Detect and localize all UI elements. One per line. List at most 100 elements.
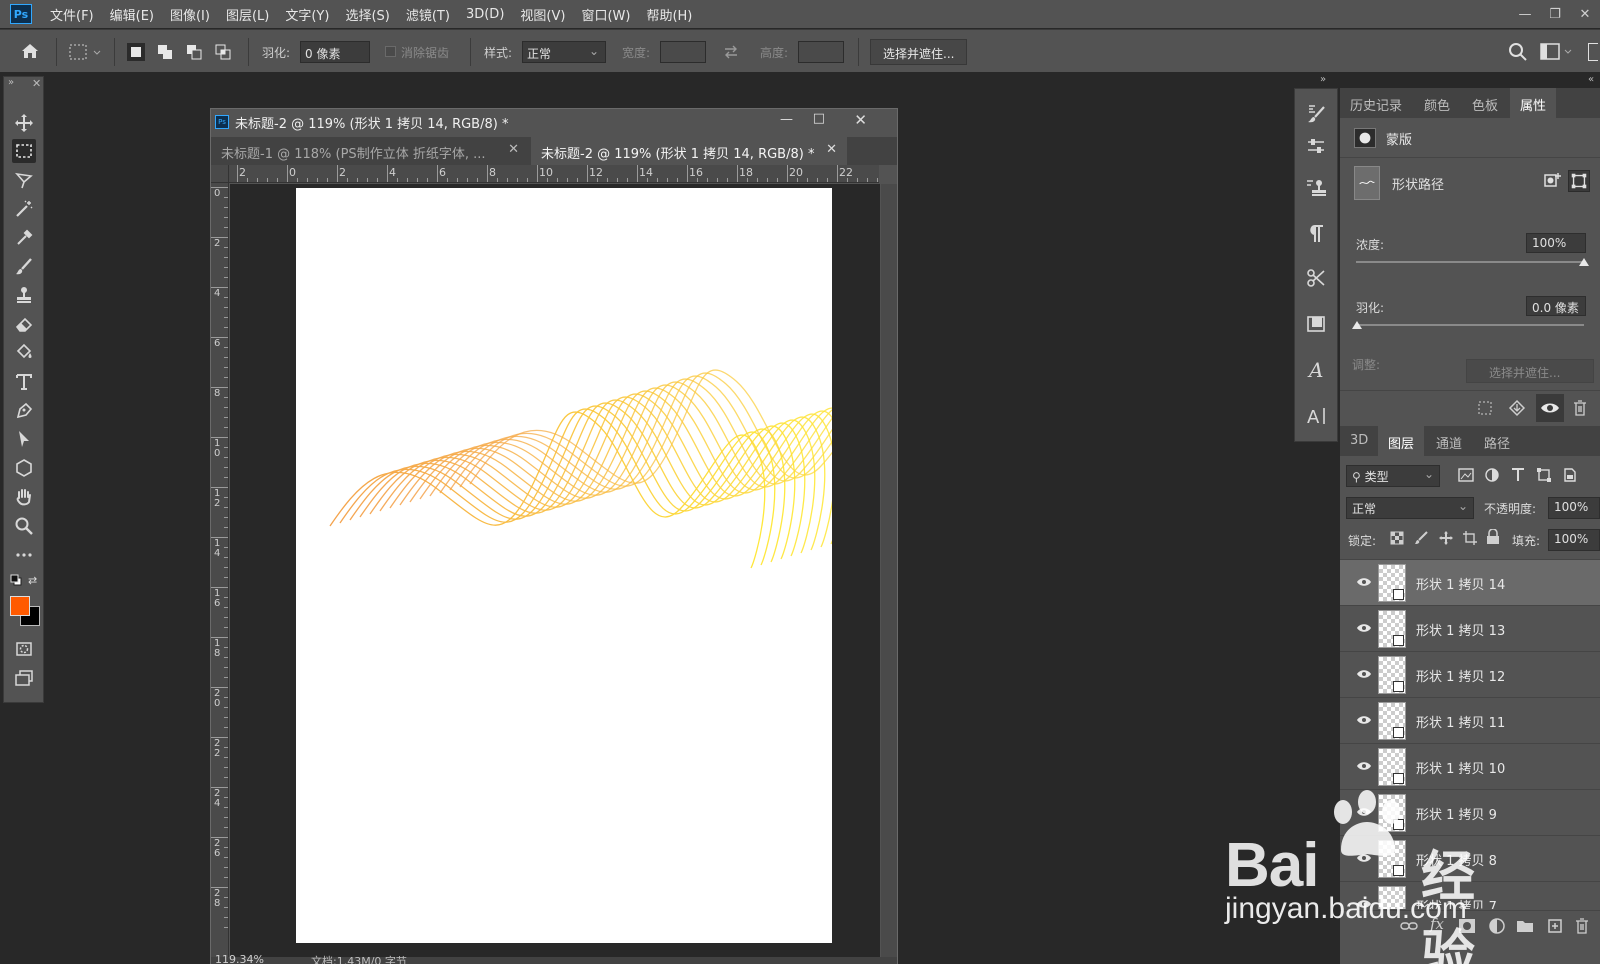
add-vector-mask-icon[interactable] xyxy=(1544,172,1562,190)
lock-transparent-icon[interactable] xyxy=(1390,531,1404,545)
load-selection-icon[interactable] xyxy=(1476,399,1494,417)
glyphs-icon[interactable]: A xyxy=(1303,357,1329,383)
filter-type-icon[interactable] xyxy=(1510,467,1526,483)
layer-row[interactable]: 形状 1 拷贝 9 xyxy=(1340,790,1600,836)
collapse-tools-icon[interactable]: » xyxy=(8,77,14,88)
menu-view[interactable]: 视图(V) xyxy=(520,5,565,24)
layer-row[interactable]: 形状 1 拷贝 14 xyxy=(1340,560,1600,606)
document-info[interactable]: 文档:1.43M/0 字节 xyxy=(311,953,407,964)
menu-select[interactable]: 选择(S) xyxy=(345,5,389,24)
style-select[interactable]: 正常 ⌄ xyxy=(522,41,606,63)
layer-filter-select[interactable]: ⚲ 类型 ⌄ xyxy=(1346,465,1440,487)
tab-close-icon[interactable]: ✕ xyxy=(826,142,837,157)
visibility-eye-icon[interactable] xyxy=(1356,850,1372,866)
menu-image[interactable]: 图像(I) xyxy=(170,5,210,24)
doc-close-icon[interactable]: ✕ xyxy=(854,111,867,129)
visibility-eye-icon[interactable] xyxy=(1356,620,1372,636)
lasso-tool-icon[interactable] xyxy=(12,168,36,192)
height-input[interactable] xyxy=(798,41,844,63)
swap-colors-icon[interactable]: ⇄ xyxy=(28,574,40,587)
visibility-eye-icon[interactable] xyxy=(1356,758,1372,774)
document-title-bar[interactable]: Ps 未标题-2 @ 119% (形状 1 拷贝 14, RGB/8) * — … xyxy=(211,109,897,135)
delete-layer-icon[interactable] xyxy=(1574,917,1590,935)
tab-3d[interactable]: 3D xyxy=(1340,426,1378,456)
lock-artboard-icon[interactable] xyxy=(1462,530,1478,546)
filter-smart-object-icon[interactable] xyxy=(1562,467,1578,483)
marquee-tool-icon[interactable] xyxy=(12,139,36,163)
feather-input[interactable]: 0 像素 xyxy=(300,41,370,63)
doc-maximize-icon[interactable]: □ xyxy=(813,111,825,126)
menu-filter[interactable]: 滤镜(T) xyxy=(406,5,450,24)
pen-tool-icon[interactable] xyxy=(12,399,36,423)
density-slider-thumb[interactable] xyxy=(1579,258,1589,266)
filter-pixel-icon[interactable] xyxy=(1458,467,1474,483)
lock-pixels-icon[interactable] xyxy=(1414,531,1428,545)
new-layer-icon[interactable] xyxy=(1546,917,1564,935)
menu-3d[interactable]: 3D(D) xyxy=(466,7,504,22)
new-group-icon[interactable] xyxy=(1516,917,1534,935)
fill-input[interactable]: 100% xyxy=(1548,529,1600,551)
tab-swatches[interactable]: 色板 xyxy=(1462,88,1508,118)
lock-position-icon[interactable] xyxy=(1438,530,1454,546)
intersect-selection-icon[interactable] xyxy=(214,43,232,61)
zoom-tool-icon[interactable] xyxy=(12,514,36,538)
layer-row[interactable]: 形状 1 拷贝 12 xyxy=(1340,652,1600,698)
workspace-icon[interactable] xyxy=(1540,43,1574,61)
mask-row[interactable]: 蒙版 xyxy=(1340,118,1600,158)
blend-mode-select[interactable]: 正常 ⌄ xyxy=(1346,497,1474,519)
collapse-dock-icon[interactable]: » xyxy=(1320,74,1326,85)
link-layers-icon[interactable] xyxy=(1400,917,1418,935)
close-icon[interactable]: ✕ xyxy=(1570,7,1600,22)
visibility-eye-icon[interactable] xyxy=(1356,712,1372,728)
lock-all-icon[interactable] xyxy=(1486,528,1500,545)
layer-style-fx-icon[interactable]: fx xyxy=(1430,915,1444,933)
minimize-icon[interactable]: — xyxy=(1510,7,1540,22)
close-tools-icon[interactable]: ✕ xyxy=(32,77,41,90)
new-selection-icon[interactable] xyxy=(127,43,145,61)
layer-row[interactable]: 形状 1 拷贝 13 xyxy=(1340,606,1600,652)
filter-adjustment-icon[interactable] xyxy=(1484,467,1500,483)
filter-shape-icon[interactable] xyxy=(1536,467,1552,483)
menu-window[interactable]: 窗口(W) xyxy=(581,5,630,24)
visibility-eye-icon[interactable] xyxy=(1356,666,1372,682)
feather-slider-track[interactable] xyxy=(1356,324,1584,326)
density-slider-track[interactable] xyxy=(1356,261,1584,263)
tab-channels[interactable]: 通道 xyxy=(1426,426,1472,456)
apply-mask-icon[interactable] xyxy=(1508,399,1526,417)
eraser-tool-icon[interactable] xyxy=(12,312,36,336)
horizontal-ruler[interactable]: 2 0 2 4 6 8 10 12 14 16 18 20 22 xyxy=(229,165,879,183)
tab-properties[interactable]: 属性 xyxy=(1510,88,1557,118)
add-mask-icon[interactable] xyxy=(1458,917,1476,935)
delete-mask-icon[interactable] xyxy=(1572,399,1588,417)
feather-slider-thumb[interactable] xyxy=(1352,321,1362,329)
share-icon[interactable] xyxy=(1588,43,1598,61)
antialias-checkbox[interactable] xyxy=(385,46,396,57)
zoom-level[interactable]: 119.34% xyxy=(215,953,264,964)
tool-preset-picker[interactable] xyxy=(68,42,104,62)
visibility-eye-icon[interactable] xyxy=(1356,804,1372,820)
more-tools-icon[interactable] xyxy=(12,543,36,567)
menu-help[interactable]: 帮助(H) xyxy=(646,5,692,24)
quick-mask-icon[interactable] xyxy=(12,637,36,661)
clone-source-icon[interactable] xyxy=(1303,175,1329,201)
canvas[interactable] xyxy=(296,188,906,943)
menu-layer[interactable]: 图层(L) xyxy=(226,5,269,24)
type-tool-icon[interactable] xyxy=(12,370,36,394)
layer-row[interactable]: 形状 1 拷贝 11 xyxy=(1340,698,1600,744)
tool-presets-icon[interactable] xyxy=(1303,265,1329,291)
expand-panels-icon[interactable]: « xyxy=(1588,74,1594,85)
tab-history[interactable]: 历史记录 xyxy=(1340,88,1412,118)
density-input[interactable]: 100% xyxy=(1526,233,1586,253)
width-input[interactable] xyxy=(660,41,706,63)
adjustments-sliders-icon[interactable] xyxy=(1303,133,1329,159)
path-select-tool-icon[interactable] xyxy=(12,427,36,451)
screen-mode-icon[interactable] xyxy=(12,666,36,690)
add-selection-icon[interactable] xyxy=(156,43,174,61)
visibility-eye-icon[interactable] xyxy=(1356,896,1372,909)
vertical-ruler[interactable]: 0 2 4 6 8 1 0 1 2 1 4 1 6 1 8 2 0 2 2 2 4 2 6 2 8 xyxy=(211,183,229,959)
menu-type[interactable]: 文字(Y) xyxy=(285,5,329,24)
move-tool-icon[interactable] xyxy=(12,111,36,135)
layer-row[interactable]: 形状 1 拷贝 10 xyxy=(1340,744,1600,790)
tab-document-2[interactable]: 未标题-2 @ 119% (形状 1 拷贝 14, RGB/8) * ✕ xyxy=(531,137,847,165)
layer-row[interactable]: 形状 1 拷贝 8 xyxy=(1340,836,1600,882)
